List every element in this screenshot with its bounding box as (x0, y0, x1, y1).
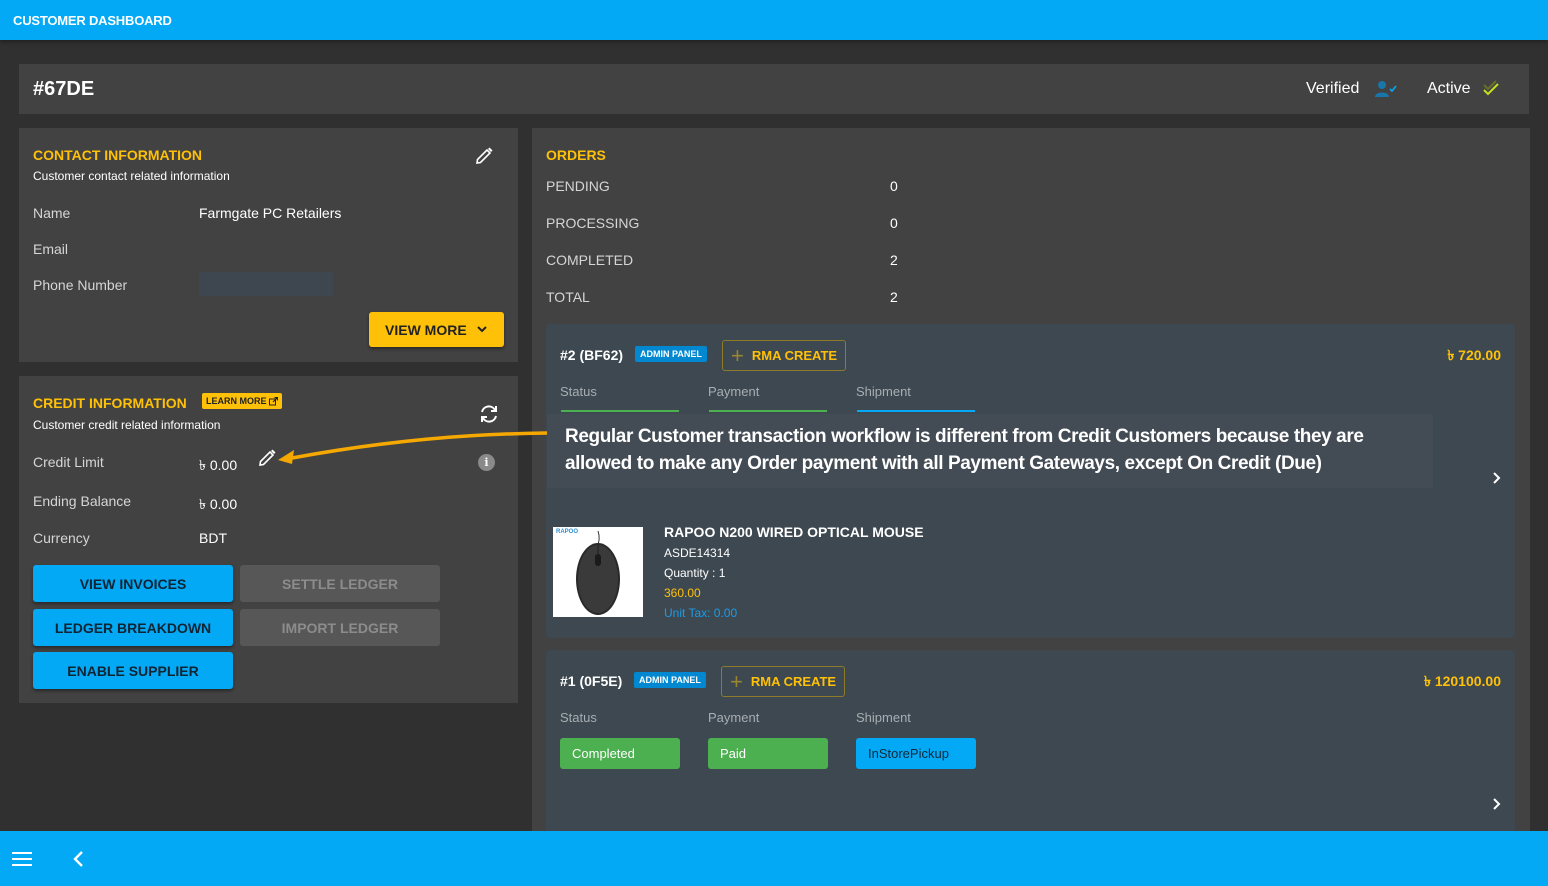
total-label: TOTAL (546, 289, 590, 305)
product-quantity: Quantity : 1 (664, 566, 726, 580)
enable-supplier-button[interactable]: ENABLE SUPPLIER (33, 652, 233, 689)
rma-create-button[interactable]: + RMA CREATE (721, 666, 845, 697)
bottom-bar (0, 831, 1548, 886)
chevron-down-icon (477, 326, 487, 333)
edit-contact-icon[interactable] (474, 146, 494, 166)
order-amount: ৳ 720.00 (1447, 347, 1501, 363)
settle-ledger-button[interactable]: SETTLE LEDGER (240, 565, 440, 602)
rma-create-label: RMA CREATE (750, 674, 837, 689)
credit-limit-value: ৳ 0.00 (199, 457, 238, 474)
order-item[interactable]: #1 (0F5E) ADMIN PANEL + RMA CREATE ৳ 120… (546, 650, 1515, 850)
order-id: #2 (BF62) (560, 347, 624, 363)
product-unit-tax: Unit Tax: 0.00 (664, 606, 738, 620)
view-more-label: VIEW MORE (385, 321, 467, 338)
payment-label: Payment (708, 384, 760, 399)
credit-limit-label: Credit Limit (33, 454, 104, 470)
name-value: Farmgate PC Retailers (199, 205, 342, 221)
credit-subtitle: Customer credit related information (33, 418, 221, 432)
phone-label: Phone Number (33, 277, 128, 293)
annotation-arrow-icon (278, 431, 548, 464)
annotation-callout: Regular Customer transaction workflow is… (547, 414, 1433, 488)
contact-title: CONTACT INFORMATION (33, 147, 203, 163)
admin-panel-badge: ADMIN PANEL (634, 672, 706, 688)
back-chevron-icon[interactable] (72, 851, 84, 867)
pending-count: 0 (890, 178, 898, 194)
import-ledger-button[interactable]: IMPORT LEDGER (240, 609, 440, 646)
customer-header: #67DE Verified Active (19, 64, 1529, 114)
plus-icon: + (731, 342, 744, 368)
product-name: RAPOO N200 WIRED OPTICAL MOUSE (664, 524, 924, 540)
active-label: Active (1427, 80, 1471, 97)
processing-label: PROCESSING (546, 215, 640, 231)
phone-value-redacted (199, 272, 333, 296)
product-brand-logo: RAPOO (556, 529, 579, 535)
shipment-pill-partial (857, 410, 975, 412)
mouse-image-icon (576, 530, 620, 615)
completed-label: COMPLETED (546, 252, 634, 268)
admin-panel-badge: ADMIN PANEL (635, 346, 707, 362)
verified-label: Verified (1306, 80, 1360, 97)
email-label: Email (33, 241, 69, 257)
order-id: #1 (0F5E) (560, 673, 623, 689)
product-image: RAPOO (553, 527, 643, 617)
app-bar: CUSTOMER DASHBOARD (0, 0, 1548, 40)
view-invoices-button[interactable]: VIEW INVOICES (33, 565, 233, 602)
verified-user-icon (1375, 81, 1397, 97)
ending-balance-value: ৳ 0.00 (199, 496, 238, 513)
view-more-button[interactable]: VIEW MORE (369, 312, 504, 347)
payment-pill-partial (709, 410, 827, 412)
customer-id: #67DE (33, 78, 95, 100)
learn-more-label: LEARN MORE (206, 396, 267, 406)
double-check-icon (1483, 80, 1499, 96)
rma-create-button[interactable]: + RMA CREATE (722, 340, 846, 371)
shipment-label: Shipment (856, 384, 911, 399)
ending-balance-label: Ending Balance (33, 493, 132, 509)
product-price: 360.00 (664, 586, 701, 600)
currency-value: BDT (199, 530, 227, 546)
contact-information-card: CONTACT INFORMATION Customer contact rel… (19, 128, 518, 362)
status-pill-partial (561, 410, 679, 412)
learn-more-button[interactable]: LEARN MORE (202, 393, 282, 409)
chevron-right-icon[interactable] (1491, 797, 1503, 811)
shipment-label: Shipment (856, 710, 911, 725)
shipment-pill: InStorePickup (856, 738, 976, 769)
completed-count: 2 (890, 252, 898, 268)
app-title: CUSTOMER DASHBOARD (13, 13, 172, 28)
status-label: Status (560, 710, 597, 725)
payment-pill: Paid (708, 738, 828, 769)
plus-icon: + (730, 668, 743, 694)
annotation-text: Regular Customer transaction workflow is… (565, 426, 1364, 474)
pending-label: PENDING (546, 178, 610, 194)
processing-count: 0 (890, 215, 898, 231)
contact-subtitle: Customer contact related information (33, 169, 230, 183)
total-count: 2 (890, 289, 898, 305)
product-sku: ASDE14314 (664, 546, 731, 560)
taka-icon: ৳ (199, 497, 206, 513)
orders-title: ORDERS (546, 147, 606, 163)
payment-label: Payment (708, 710, 760, 725)
currency-label: Currency (33, 530, 90, 546)
name-label: Name (33, 205, 71, 221)
chevron-right-icon[interactable] (1491, 471, 1503, 485)
rma-create-label: RMA CREATE (751, 348, 838, 363)
order-amount: ৳ 120100.00 (1423, 673, 1501, 689)
ledger-breakdown-button[interactable]: LEDGER BREAKDOWN (33, 609, 233, 646)
external-link-icon (268, 396, 278, 405)
taka-icon: ৳ (199, 458, 206, 474)
credit-title: CREDIT INFORMATION (33, 395, 187, 411)
status-label: Status (560, 384, 597, 399)
status-pill: Completed (560, 738, 680, 769)
menu-icon[interactable] (12, 851, 32, 867)
